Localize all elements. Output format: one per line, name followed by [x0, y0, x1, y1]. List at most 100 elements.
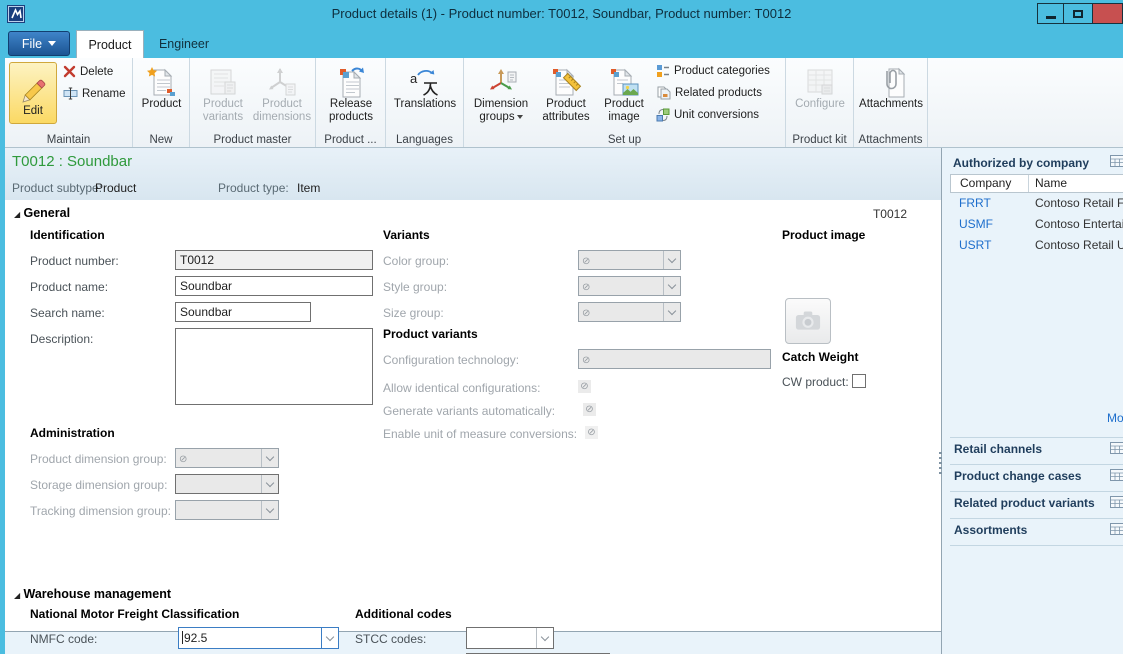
- factbox-title: Retail channels: [954, 442, 1042, 456]
- minimize-button[interactable]: [1037, 3, 1064, 24]
- product-image-label: Product image: [596, 98, 652, 124]
- factbox-panel: Authorized by company Company Name FRRT …: [941, 148, 1123, 654]
- collapse-triangle-icon: ◢: [14, 591, 20, 600]
- general-section-header[interactable]: ◢ General: [14, 206, 70, 220]
- close-button[interactable]: [1093, 3, 1123, 24]
- cw-product-checkbox[interactable]: [852, 374, 866, 388]
- company-link[interactable]: FRRT: [950, 193, 1028, 214]
- stcc-codes-combo[interactable]: [466, 627, 554, 649]
- translations-label: Translations: [390, 98, 460, 111]
- warehouse-section-header[interactable]: ◢ Warehouse management: [14, 587, 171, 601]
- factbox-product-change-cases[interactable]: Product change cases: [942, 464, 1123, 490]
- company-link[interactable]: USRT: [950, 235, 1028, 256]
- nmfc-code-combo[interactable]: 92.5: [178, 627, 339, 649]
- column-header-company[interactable]: Company: [951, 175, 1029, 192]
- style-group-combo: ⊘: [578, 276, 681, 296]
- no-entry-icon: ⊘: [582, 308, 590, 319]
- description-field[interactable]: [175, 328, 373, 405]
- tab-product[interactable]: Product: [76, 30, 144, 58]
- panel-splitter-handle[interactable]: [939, 452, 942, 476]
- authorized-by-company-title[interactable]: Authorized by company: [953, 156, 1089, 170]
- release-products-button[interactable]: Release products: [320, 62, 382, 124]
- product-name-label: Product name:: [30, 280, 108, 294]
- product-variants-title: Product variants: [383, 327, 478, 341]
- column-header-name[interactable]: Name: [1029, 175, 1123, 192]
- product-categories-label: Product categories: [674, 65, 770, 77]
- product-dimension-group-label: Product dimension group:: [30, 452, 167, 466]
- maximize-icon: [1073, 10, 1083, 18]
- file-menu-button[interactable]: File: [8, 31, 70, 56]
- configure-button: Configure: [790, 62, 850, 111]
- app-icon: [7, 5, 25, 23]
- identification-title: Identification: [30, 228, 105, 242]
- new-product-icon: [135, 62, 188, 98]
- no-entry-icon: ⊘: [582, 282, 590, 293]
- related-products-button[interactable]: Related products: [656, 86, 762, 100]
- search-name-label: Search name:: [30, 306, 105, 320]
- product-subtype-label: Product subtype:: [12, 181, 102, 195]
- release-products-icon: [320, 62, 382, 98]
- factbox-grid-icon[interactable]: [1110, 155, 1123, 170]
- delete-button[interactable]: Delete: [63, 65, 113, 78]
- product-categories-button[interactable]: Product categories: [656, 64, 770, 78]
- table-row[interactable]: USRT Contoso Retail U: [950, 235, 1123, 256]
- factbox-retail-channels[interactable]: Retail channels: [942, 437, 1123, 463]
- dimension-groups-button[interactable]: Dimension groups: [468, 62, 534, 124]
- search-name-field[interactable]: [175, 302, 311, 322]
- camera-icon: [788, 302, 828, 340]
- record-title: T0012 : Soundbar: [12, 153, 132, 170]
- rename-button[interactable]: Rename: [63, 87, 125, 100]
- new-product-button[interactable]: Product: [135, 62, 188, 111]
- product-number-label: Product number:: [30, 254, 119, 268]
- dropdown-arrow-icon[interactable]: [321, 628, 338, 648]
- catch-weight-title: Catch Weight: [782, 350, 858, 364]
- minimize-icon: [1046, 16, 1056, 19]
- storage-dimension-group-combo[interactable]: [175, 474, 279, 494]
- factbox-related-product-variants[interactable]: Related product variants: [942, 491, 1123, 517]
- dropdown-arrow-icon: [261, 501, 278, 519]
- rename-icon: [63, 87, 78, 100]
- factbox-title: Related product variants: [954, 496, 1095, 510]
- new-product-label: Product: [135, 98, 188, 111]
- style-group-label: Style group:: [383, 280, 447, 294]
- unit-conversions-button[interactable]: Unit conversions: [656, 108, 759, 122]
- text-cursor: [182, 631, 183, 644]
- product-attributes-button[interactable]: Product attributes: [536, 62, 596, 124]
- product-dimensions-label: Product dimensions: [252, 98, 312, 124]
- file-menu-label: File: [22, 37, 42, 51]
- attachments-button[interactable]: Attachments: [858, 62, 924, 111]
- company-link[interactable]: USMF: [950, 214, 1028, 235]
- tracking-dimension-group-combo: [175, 500, 279, 520]
- dropdown-arrow-icon[interactable]: [536, 628, 553, 648]
- table-row[interactable]: FRRT Contoso Retail FR: [950, 193, 1123, 214]
- nmfc-code-value: 92.5: [184, 631, 207, 645]
- storage-dimension-group-label: Storage dimension group:: [30, 478, 167, 492]
- product-image-icon: [596, 62, 652, 98]
- more-link[interactable]: Mo: [1107, 411, 1123, 425]
- ribbon-group-setup: Dimension groups Product attributes Prod…: [464, 58, 786, 147]
- paperclip-document-icon: [858, 62, 924, 98]
- no-entry-icon: ⊘: [587, 428, 595, 438]
- cw-product-label: CW product:: [782, 375, 849, 389]
- ribbon-group-product-dots: Release products Product ...: [316, 58, 386, 147]
- factbox-assortments[interactable]: Assortments: [942, 518, 1123, 544]
- window-title: Product details (1) - Product number: T0…: [0, 0, 1123, 28]
- product-number-field[interactable]: [175, 250, 373, 270]
- form-body: ◢ General T0012 Identification Product n…: [5, 200, 941, 632]
- release-products-label: Release products: [320, 98, 382, 124]
- group-label-attachments: Attachments: [854, 134, 927, 146]
- product-image-placeholder-button[interactable]: [785, 298, 831, 344]
- product-image-button[interactable]: Product image: [596, 62, 652, 124]
- edit-button[interactable]: Edit: [9, 62, 57, 124]
- product-name-field[interactable]: [175, 276, 373, 296]
- maximize-button[interactable]: [1064, 3, 1093, 24]
- dropdown-arrow-icon: [663, 251, 680, 269]
- delete-x-icon: [63, 65, 76, 78]
- product-image-title: Product image: [782, 228, 865, 242]
- rename-button-label: Rename: [82, 88, 125, 100]
- product-attributes-icon: [536, 62, 596, 98]
- translations-button[interactable]: a Translations: [390, 62, 460, 111]
- table-row[interactable]: USMF Contoso Entertai: [950, 214, 1123, 235]
- product-details-window: Product details (1) - Product number: T0…: [0, 0, 1123, 654]
- tab-engineer[interactable]: Engineer: [144, 30, 224, 58]
